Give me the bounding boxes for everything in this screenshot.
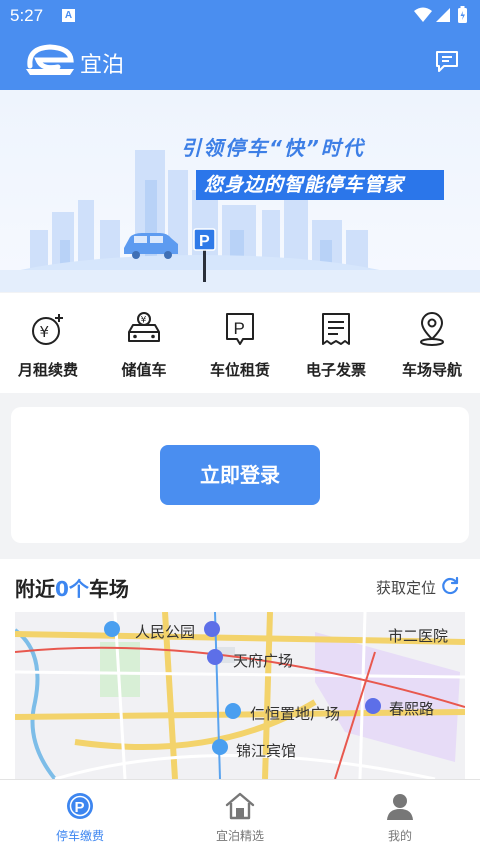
promo-banner[interactable]: P 引领停车“快”时代 您身边的智能停车管家 [0,90,480,292]
nearby-heading: 附近0个车场 [15,573,129,602]
tab-parking-pay[interactable]: P 停车缴费 [0,780,160,853]
banner-slogan-1: 引领停车“快”时代 [181,136,365,160]
app-bar: 宜泊 [0,32,480,90]
banner-slogan-2: 您身边的智能停车管家 [196,170,444,200]
shortcut-parking-rent[interactable]: P 车位租赁 [192,293,288,393]
svg-text:¥: ¥ [40,323,50,341]
map-label: 春熙路 [389,700,435,718]
shortcut-label: 车位租赁 [209,361,270,379]
shortcut-lot-navigation[interactable]: 车场导航 [384,293,480,393]
app-title: 宜泊 [80,53,125,78]
shortcut-label: 车场导航 [401,361,462,379]
status-bar: 5:27 A [0,0,480,32]
tab-label: 宜泊精选 [215,829,264,843]
parking-rent-icon: P [226,313,254,345]
a-letter-icon: A [62,9,75,22]
tab-label: 停车缴费 [55,829,104,843]
shortcut-grid: ¥ 月租续费 ¥ 储值车 P 车位租赁 电子发票 车场导航 [0,293,480,393]
map-label: 仁恒置地广场 [250,705,341,723]
location-pin-icon [420,312,444,346]
battery-icon [458,6,467,23]
map-label: 锦江宾馆 [236,742,297,760]
system-icons [414,6,467,23]
shortcut-label: 储值车 [121,361,167,379]
yuan-coin-icon: ¥ [32,314,63,345]
login-card: 立即登录 [11,407,469,543]
svg-text:P: P [199,233,210,250]
shortcut-monthly-renewal[interactable]: ¥ 月租续费 [0,293,96,393]
get-location-link[interactable]: 获取定位 [376,577,436,598]
status-time: 5:27 [10,6,44,25]
user-icon [387,794,413,820]
invoice-icon [322,313,350,345]
map-label: 天府广场 [233,652,294,670]
nearby-count: 0个 [55,577,89,601]
shortcut-stored-value-car[interactable]: ¥ 储值车 [96,293,192,393]
map-label: 人民公园 [135,623,196,641]
shortcut-label: 电子发票 [305,361,366,379]
shortcut-e-invoice[interactable]: 电子发票 [288,293,384,393]
tab-profile[interactable]: 我的 [320,780,480,853]
svg-text:P: P [75,799,85,816]
parking-pay-icon: P [67,793,93,819]
signal-icon [436,8,450,22]
map-view[interactable]: 人民公园 天府广场 仁恒置地广场 锦江宾馆 春熙路 市二医院 [15,612,465,779]
svg-text:P: P [234,319,245,338]
map-label: 市二医院 [388,627,449,645]
bottom-tab-bar: P 停车缴费 宜泊精选 我的 [0,779,480,853]
tab-label: 我的 [387,829,412,843]
tab-featured[interactable]: 宜泊精选 [160,780,320,853]
app-logo-icon [26,44,74,75]
stored-value-car-icon: ¥ [128,312,160,342]
wifi-icon [414,7,432,22]
refresh-icon[interactable] [440,576,460,596]
login-button[interactable]: 立即登录 [160,445,320,505]
nearby-parking-section: 附近0个车场 获取定位 人民公园 天府广场 仁恒置地广场 锦江宾馆 春熙路 市二… [0,559,480,779]
nearby-title-prefix: 附近 [15,577,55,601]
message-icon[interactable] [434,48,460,74]
home-store-icon [225,792,255,820]
shortcut-label: 月租续费 [17,361,78,379]
svg-text:¥: ¥ [141,316,147,326]
nearby-title-suffix: 车场 [88,577,129,601]
